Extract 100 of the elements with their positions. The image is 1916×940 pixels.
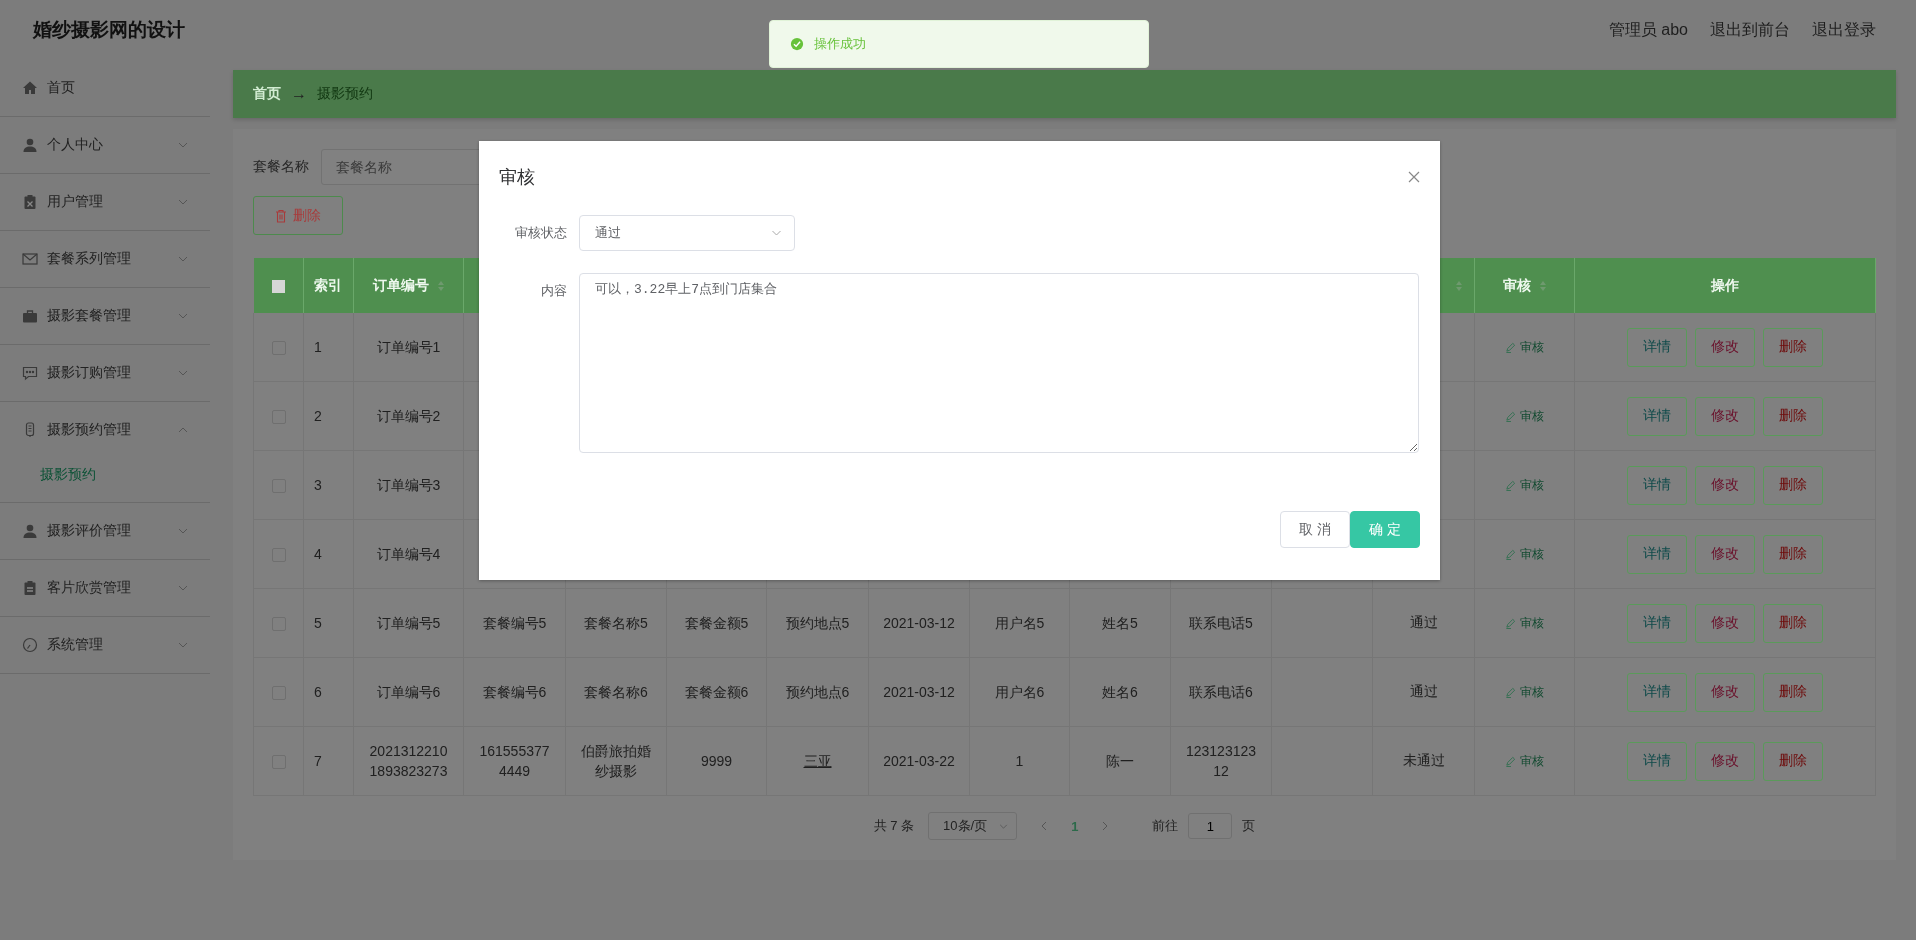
chevron-icon	[999, 823, 1009, 829]
table-cell: 套餐名称5	[584, 615, 648, 631]
column-header: 审核	[1502, 276, 1531, 293]
edit-button[interactable]: 修改	[1695, 327, 1755, 367]
sidebar-item[interactable]: 个人中心	[0, 117, 210, 174]
table-cell: 订单编号6	[376, 684, 441, 700]
table-cell: 1615553774449	[479, 743, 550, 779]
edit-button[interactable]: 修改	[1695, 603, 1755, 643]
pencil-icon	[1505, 410, 1516, 422]
detail-button[interactable]: 详情	[1627, 534, 1687, 574]
sidebar-item[interactable]: 摄影评价管理	[0, 503, 210, 560]
delete-button[interactable]: 删除	[1763, 741, 1823, 781]
edit-button[interactable]: 修改	[1695, 672, 1755, 712]
audit-link[interactable]: 审核	[1505, 338, 1544, 356]
audit-link[interactable]: 审核	[1505, 683, 1544, 701]
breadcrumb-link[interactable]: 首页	[253, 85, 281, 103]
chevron-icon	[178, 585, 188, 591]
sidebar-item[interactable]: 摄影订购管理	[0, 345, 210, 402]
detail-button[interactable]: 详情	[1627, 741, 1687, 781]
close-icon[interactable]	[1408, 171, 1420, 183]
chevron-icon	[178, 256, 188, 262]
table-cell: 2	[314, 408, 322, 424]
sidebar-item[interactable]: 用户管理	[0, 174, 210, 231]
detail-button[interactable]: 详情	[1627, 603, 1687, 643]
sort-icon[interactable]	[1538, 279, 1547, 292]
chevron-icon	[178, 370, 188, 376]
select-all-checkbox[interactable]	[271, 280, 285, 294]
table-cell: 预约地点5	[785, 615, 850, 631]
table-cell: 未通过	[1402, 752, 1445, 768]
status-select[interactable]: 通过	[579, 215, 795, 251]
detail-button[interactable]: 详情	[1627, 396, 1687, 436]
delete-button[interactable]: 删除	[253, 196, 343, 235]
gauge-icon	[22, 637, 38, 653]
table-cell: 套餐编号6	[482, 684, 547, 700]
delete-button[interactable]: 删除	[1763, 396, 1823, 436]
pencil-icon	[1505, 755, 1516, 767]
sidebar-item[interactable]: 摄影预约管理	[0, 402, 210, 458]
audit-link[interactable]: 审核	[1505, 752, 1544, 770]
table-cell: 联系电话6	[1189, 684, 1253, 700]
page-number[interactable]: 1	[1071, 818, 1079, 834]
sidebar-subitem[interactable]: 摄影预约	[0, 458, 96, 492]
table-cell: 姓名5	[1102, 615, 1138, 631]
sort-icon[interactable]	[436, 279, 445, 292]
table-cell: 通过	[1409, 683, 1438, 699]
detail-button[interactable]: 详情	[1627, 327, 1687, 367]
sidebar-item[interactable]: 系统管理	[0, 617, 210, 674]
table-cell: 订单编号2	[376, 408, 441, 424]
site-title: 婚纱摄影网的设计	[33, 18, 185, 42]
detail-button[interactable]: 详情	[1627, 465, 1687, 505]
edit-button[interactable]: 修改	[1695, 396, 1755, 436]
next-page-icon[interactable]	[1102, 821, 1109, 831]
cancel-button[interactable]: 取 消	[1280, 511, 1351, 548]
pencil-icon	[1505, 341, 1516, 353]
sidebar-item[interactable]: 客片欣赏管理	[0, 560, 210, 617]
chevron-icon	[771, 230, 782, 236]
home-icon	[22, 80, 38, 96]
column-header: 索引	[314, 276, 342, 293]
table-cell: 联系电话5	[1189, 615, 1253, 631]
search-label: 套餐名称	[253, 158, 309, 176]
table-cell: 20213122101893823273	[369, 743, 448, 779]
pencil-icon	[1505, 617, 1516, 629]
confirm-button[interactable]: 确 定	[1350, 511, 1420, 548]
page-input[interactable]: 1	[1188, 813, 1233, 839]
pencil-icon	[1505, 548, 1516, 560]
breadcrumb-separator: →	[291, 85, 307, 103]
sidebar-item[interactable]: 首页	[0, 60, 210, 117]
sidebar-item[interactable]: 摄影套餐管理	[0, 288, 210, 345]
table-cell: 订单编号5	[376, 615, 441, 631]
delete-button[interactable]: 删除	[1763, 465, 1823, 505]
sidebar-item[interactable]: 套餐系列管理	[0, 231, 210, 288]
chevron-icon	[178, 427, 188, 433]
breadcrumb-link[interactable]: 摄影预约	[317, 85, 373, 103]
edit-button[interactable]: 修改	[1695, 534, 1755, 574]
audit-link[interactable]: 审核	[1505, 614, 1544, 632]
delete-button[interactable]: 删除	[1763, 327, 1823, 367]
table-cell: 三亚	[803, 753, 832, 769]
edit-button[interactable]: 修改	[1695, 465, 1755, 505]
table-cell: 预约地点6	[785, 684, 850, 700]
audit-link[interactable]: 审核	[1505, 476, 1544, 494]
audit-link[interactable]: 审核	[1505, 545, 1544, 563]
table-cell: 2021-03-22	[883, 753, 955, 769]
content-textarea[interactable]: 可以，3.22早上7点到门店集合	[579, 273, 1419, 453]
previous-page-icon[interactable]	[1041, 821, 1048, 831]
delete-button[interactable]: 删除	[1763, 672, 1823, 712]
audit-link[interactable]: 审核	[1505, 407, 1544, 425]
header-link[interactable]: 退出登录	[1812, 19, 1876, 41]
column-header: 操作	[1711, 276, 1739, 293]
pencil-icon	[1505, 479, 1516, 491]
page-size-select[interactable]: 10条/页	[928, 812, 1018, 840]
page-suffix: 页	[1242, 817, 1256, 835]
table-cell: 套餐编号5	[482, 615, 547, 631]
header-link[interactable]: 退出到前台	[1710, 19, 1790, 41]
delete-button[interactable]: 删除	[1763, 534, 1823, 574]
user-icon	[22, 523, 38, 539]
detail-button[interactable]: 详情	[1627, 672, 1687, 712]
chevron-icon	[178, 199, 188, 205]
sort-icon[interactable]	[1455, 279, 1463, 292]
edit-button[interactable]: 修改	[1695, 741, 1755, 781]
delete-button[interactable]: 删除	[1763, 603, 1823, 643]
trash-icon	[275, 208, 287, 223]
